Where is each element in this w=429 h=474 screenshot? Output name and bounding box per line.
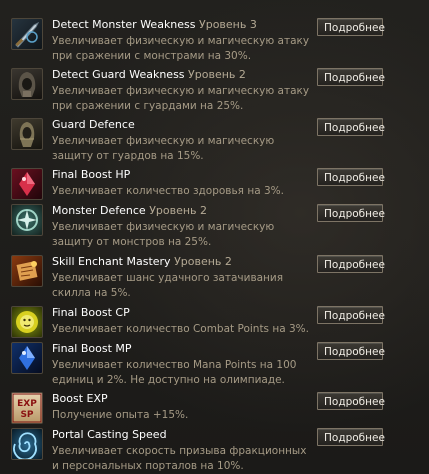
- skill-description: Увеличивает шанс удачного затачивания ск…: [52, 272, 284, 299]
- exp-sp-icon-text: EXP: [17, 399, 37, 409]
- skill-level: Уровень 2: [174, 255, 232, 268]
- skill-title: Boost EXP: [52, 392, 108, 406]
- details-button[interactable]: Подробнее: [317, 306, 385, 324]
- skill-name: Detect Monster Weakness: [52, 18, 196, 31]
- skill-title: Skill Enchant Mastery Уровень 2: [52, 255, 232, 269]
- skill-description: Увеличивает физическую и магическую защи…: [52, 221, 275, 248]
- skill-row: Detect Guard Weakness Уровень 2 Увеличив…: [0, 66, 429, 112]
- skill-name: Detect Guard Weakness: [52, 68, 185, 81]
- skill-row: Guard Defence Увеличивает физическую и м…: [0, 116, 429, 162]
- skill-row: Skill Enchant Mastery Уровень 2 Увеличив…: [0, 253, 429, 299]
- skill-title: Detect Monster Weakness Уровень 3: [52, 18, 257, 32]
- skills-panel: Detect Monster Weakness Уровень 3 Увелич…: [0, 0, 429, 473]
- skill-name: Final Boost CP: [52, 306, 130, 319]
- details-button[interactable]: Подробнее: [317, 118, 385, 136]
- skill-name: Final Boost MP: [52, 342, 132, 355]
- skill-description: Увеличивает количество Mana Points на 10…: [52, 359, 297, 386]
- sword-icon: [11, 18, 43, 50]
- skill-title: Final Boost HP: [52, 168, 130, 182]
- skill-title: Monster Defence Уровень 2: [52, 204, 207, 218]
- details-button[interactable]: Подробнее: [317, 255, 385, 273]
- skill-description: Увеличивает количество Combat Points на …: [52, 323, 309, 335]
- mp-crystal-icon: [11, 342, 43, 374]
- shield-guard-icon: [11, 118, 43, 150]
- skill-title: Portal Casting Speed: [52, 428, 167, 442]
- guard-hood-icon: [11, 68, 43, 100]
- details-button[interactable]: Подробнее: [317, 342, 385, 360]
- skill-name: Boost EXP: [52, 392, 108, 405]
- cp-lion-icon: [11, 306, 43, 338]
- skill-title: Guard Defence: [52, 118, 135, 132]
- skill-name: Portal Casting Speed: [52, 428, 167, 441]
- skill-name: Skill Enchant Mastery: [52, 255, 171, 268]
- enchant-scroll-icon: [11, 255, 43, 287]
- skill-name: Final Boost HP: [52, 168, 131, 181]
- skill-description: Увеличивает физическую и магическую атак…: [52, 85, 310, 112]
- skill-row: Detect Monster Weakness Уровень 3 Увелич…: [0, 16, 429, 62]
- monster-defence-icon: [11, 204, 43, 236]
- skill-title: Final Boost CP: [52, 306, 130, 320]
- skill-description: Увеличивает физическую и магическую атак…: [52, 35, 310, 62]
- skill-title: Final Boost MP: [52, 342, 132, 356]
- skill-level: Уровень 2: [149, 204, 208, 217]
- details-button[interactable]: Подробнее: [317, 204, 385, 222]
- skill-row: Monster Defence Уровень 2 Увеличивает фи…: [0, 202, 429, 248]
- skill-description: Получение опыта +15%.: [52, 409, 189, 421]
- skill-row: Portal Casting Speed Увеличивает скорост…: [0, 426, 429, 472]
- skill-name: Monster Defence: [52, 204, 146, 217]
- skill-title: Detect Guard Weakness Уровень 2: [52, 68, 246, 82]
- exp-sp-icon: EXP SP: [11, 392, 43, 424]
- details-button[interactable]: Подробнее: [317, 168, 385, 186]
- details-button[interactable]: Подробнее: [317, 392, 385, 410]
- details-button[interactable]: Подробнее: [317, 428, 385, 446]
- skill-name: Guard Defence: [52, 118, 135, 131]
- hp-crystal-icon: [11, 168, 43, 200]
- exp-sp-icon-text: SP: [20, 410, 33, 420]
- skill-description: Увеличивает количество здоровья на 3%.: [52, 185, 284, 197]
- skill-row: Final Boost MP Увеличивает количество Ma…: [0, 340, 429, 386]
- details-button[interactable]: Подробнее: [317, 68, 385, 86]
- skill-description: Увеличивает физическую и магическую защи…: [52, 135, 275, 162]
- portal-swirl-icon: [11, 428, 43, 460]
- details-button[interactable]: Подробнее: [317, 18, 385, 36]
- skill-description: Увеличивает скорость призыва фракционных…: [52, 445, 307, 472]
- skill-level: Уровень 3: [199, 18, 257, 31]
- skill-level: Уровень 2: [188, 68, 246, 81]
